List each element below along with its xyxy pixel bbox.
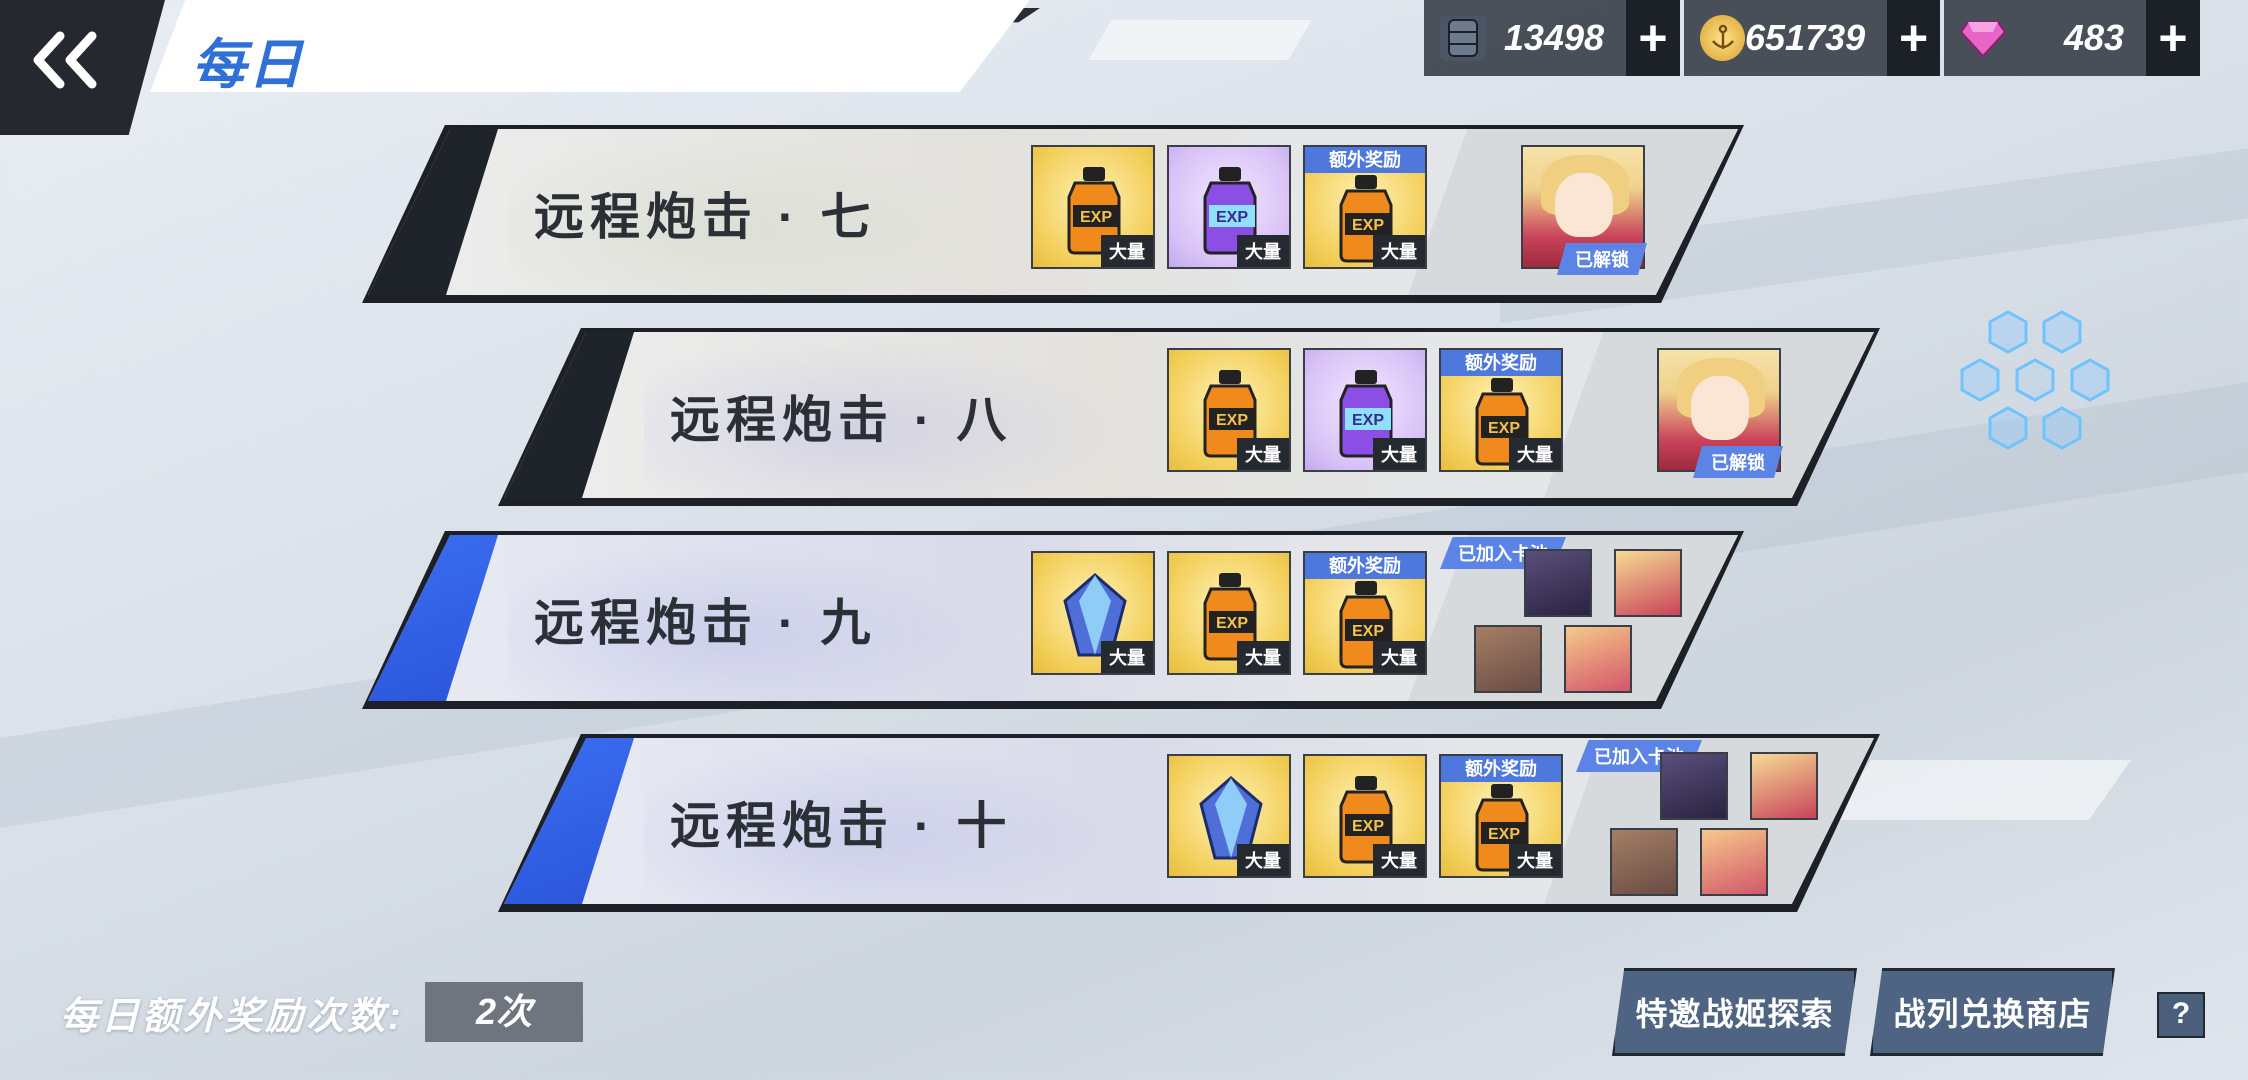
stage-row[interactable]: 远程炮击 · 十 大量 EXP 大量 额外奖励 EXP 大量 已加入卡池 bbox=[498, 734, 1880, 912]
character-portrait-small[interactable] bbox=[1610, 828, 1678, 896]
reward-item[interactable]: 额外奖励 EXP 大量 bbox=[1439, 348, 1563, 472]
quantity-label: 大量 bbox=[1373, 844, 1425, 876]
character-portrait[interactable]: 已解锁 bbox=[1657, 348, 1783, 478]
reward-item[interactable]: 额外奖励 EXP 大量 bbox=[1303, 551, 1427, 675]
add-gems-button[interactable]: + bbox=[2146, 0, 2200, 76]
character-portrait-small[interactable] bbox=[1564, 625, 1632, 693]
svg-text:EXP: EXP bbox=[1352, 623, 1384, 640]
currency-oil: 13498 + bbox=[1424, 0, 1680, 76]
coin-amount: 651739 bbox=[1745, 17, 1866, 58]
stage-row[interactable]: 远程炮击 · 七 EXP 大量 EXP 大量 额外奖励 EXP 大量 已解锁 bbox=[362, 125, 1744, 303]
hexagon-decoration-icon bbox=[1960, 310, 2110, 450]
unlocked-badge: 已解锁 bbox=[1557, 243, 1647, 275]
svg-text:EXP: EXP bbox=[1216, 209, 1248, 226]
stage-title: 远程炮击 · 十 bbox=[670, 798, 1013, 854]
quantity-label: 大量 bbox=[1237, 438, 1289, 470]
bonus-reward-label: 额外奖励 bbox=[1441, 756, 1561, 782]
quantity-label: 大量 bbox=[1373, 438, 1425, 470]
quantity-label: 大量 bbox=[1373, 641, 1425, 673]
unlocked-badge: 已解锁 bbox=[1693, 446, 1783, 478]
portrait-face bbox=[1691, 376, 1749, 440]
stage-row[interactable]: 远程炮击 · 八 EXP 大量 EXP 大量 额外奖励 EXP 大量 已解锁 bbox=[498, 328, 1880, 506]
add-oil-button[interactable]: + bbox=[1626, 0, 1680, 76]
stage-title: 远程炮击 · 八 bbox=[670, 392, 1013, 448]
reward-item[interactable]: EXP 大量 bbox=[1031, 145, 1155, 269]
svg-text:EXP: EXP bbox=[1352, 217, 1384, 234]
help-button[interactable]: ? bbox=[2157, 992, 2205, 1038]
quantity-label: 大量 bbox=[1101, 641, 1153, 673]
oil-barrel-icon bbox=[1440, 15, 1486, 61]
currency-gems: 483 + bbox=[1944, 0, 2200, 76]
reward-item[interactable]: EXP 大量 bbox=[1167, 145, 1291, 269]
invited-explore-label: 特邀战姬探索 bbox=[1635, 996, 1834, 1032]
reward-item[interactable]: 大量 bbox=[1167, 754, 1291, 878]
quantity-label: 大量 bbox=[1237, 844, 1289, 876]
bonus-reward-label: 额外奖励 bbox=[1305, 147, 1425, 173]
reward-item[interactable]: 额外奖励 EXP 大量 bbox=[1439, 754, 1563, 878]
character-portrait-small[interactable] bbox=[1660, 752, 1728, 820]
anchor-coin-icon bbox=[1700, 15, 1746, 61]
reward-item[interactable]: EXP 大量 bbox=[1303, 348, 1427, 472]
bonus-reward-label: 额外奖励 bbox=[1441, 350, 1561, 376]
daily-bonus-label: 每日额外奖励次数: bbox=[60, 996, 404, 1038]
svg-text:EXP: EXP bbox=[1216, 412, 1248, 429]
page-title: 每日 bbox=[192, 35, 304, 95]
gem-amount: 483 bbox=[2063, 17, 2124, 58]
exchange-shop-label: 战列兑换商店 bbox=[1893, 996, 2092, 1032]
exchange-shop-button[interactable]: 战列兑换商店 bbox=[1870, 968, 2115, 1056]
back-button[interactable] bbox=[0, 0, 165, 135]
character-portrait[interactable]: 已解锁 bbox=[1521, 145, 1647, 275]
character-portrait-small[interactable] bbox=[1614, 549, 1682, 617]
svg-text:EXP: EXP bbox=[1352, 818, 1384, 835]
character-portrait-small[interactable] bbox=[1700, 828, 1768, 896]
bonus-reward-label: 额外奖励 bbox=[1305, 553, 1425, 579]
quantity-label: 大量 bbox=[1237, 235, 1289, 267]
svg-text:EXP: EXP bbox=[1488, 826, 1520, 843]
reward-item[interactable]: EXP 大量 bbox=[1167, 348, 1291, 472]
pink-gem-icon bbox=[1960, 15, 2006, 61]
reward-item[interactable]: EXP 大量 bbox=[1303, 754, 1427, 878]
background-shard bbox=[1088, 20, 1312, 60]
svg-text:EXP: EXP bbox=[1216, 615, 1248, 632]
character-portrait-small[interactable] bbox=[1750, 752, 1818, 820]
daily-bonus-count: 2次 bbox=[425, 982, 583, 1042]
quantity-label: 大量 bbox=[1509, 438, 1561, 470]
quantity-label: 大量 bbox=[1509, 844, 1561, 876]
quantity-label: 大量 bbox=[1101, 235, 1153, 267]
quantity-label: 大量 bbox=[1237, 641, 1289, 673]
double-chevron-left-icon bbox=[33, 31, 97, 89]
currency-coins: 651739 + bbox=[1684, 0, 1940, 76]
add-coins-button[interactable]: + bbox=[1887, 0, 1940, 76]
stage-row[interactable]: 远程炮击 · 九 大量 EXP 大量 额外奖励 EXP 大量 已加入卡池 bbox=[362, 531, 1744, 709]
reward-item[interactable]: 额外奖励 EXP 大量 bbox=[1303, 145, 1427, 269]
character-portrait-small[interactable] bbox=[1524, 549, 1592, 617]
svg-text:EXP: EXP bbox=[1080, 209, 1112, 226]
svg-text:EXP: EXP bbox=[1488, 420, 1520, 437]
reward-item[interactable]: 大量 bbox=[1031, 551, 1155, 675]
svg-text:EXP: EXP bbox=[1352, 412, 1384, 429]
stage-title: 远程炮击 · 七 bbox=[534, 189, 877, 245]
portrait-face bbox=[1555, 173, 1613, 237]
reward-item[interactable]: EXP 大量 bbox=[1167, 551, 1291, 675]
invited-explore-button[interactable]: 特邀战姬探索 bbox=[1612, 968, 1857, 1056]
character-portrait-small[interactable] bbox=[1474, 625, 1542, 693]
oil-amount: 13498 bbox=[1503, 17, 1604, 58]
stage-title: 远程炮击 · 九 bbox=[534, 595, 877, 651]
quantity-label: 大量 bbox=[1373, 235, 1425, 267]
